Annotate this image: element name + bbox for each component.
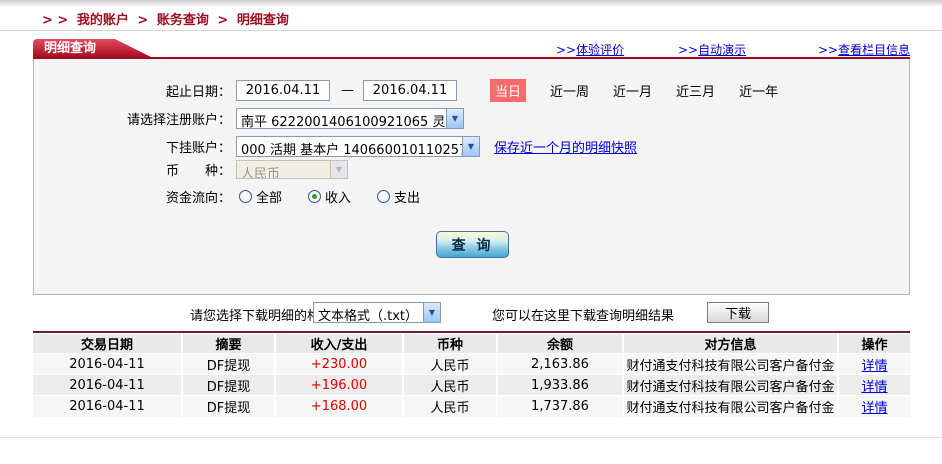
download-hint: 您可以在这里下载查询明细结果 — [492, 309, 675, 324]
radio-income-label[interactable]: 收入 — [325, 187, 351, 206]
cell-counterparty: 财付通支付科技有限公司客户备付金 — [622, 353, 838, 375]
query-form-panel: 起止日期： — 当日 近一周 近一月 近三月 近一年 请选择注册账户： 南平 6… — [33, 59, 910, 295]
col-header-date: 交易日期 — [33, 334, 182, 354]
registered-account-select[interactable]: 南平 6222001406100921065 灵通卡 ▼ — [236, 108, 464, 129]
link-auto-demo[interactable]: >>自动演示 — [678, 41, 746, 58]
currency-label: 币 种： — [165, 164, 231, 179]
link-prefix: >> — [818, 43, 839, 57]
table-header-row: 交易日期 摘要 收入/支出 币种 余额 对方信息 操作 — [33, 334, 910, 354]
table-row: 2016-04-11 DF提现 +230.00 人民币 2,163.86 财付通… — [33, 353, 910, 375]
date-from-input[interactable] — [236, 80, 330, 101]
registered-account-value: 南平 6222001406100921065 灵通卡 — [241, 115, 446, 128]
breadcrumb-separator: > — [217, 13, 229, 28]
chevron-down-icon[interactable]: ▼ — [423, 303, 440, 322]
sub-account-select[interactable]: 000 活期 基本户 1406600101102571848 ▼ — [236, 136, 480, 157]
sub-account-row: 下挂账户： 000 活期 基本户 1406600101102571848 ▼ 保… — [34, 136, 909, 157]
col-header-balance: 余额 — [496, 334, 623, 354]
chevron-down-icon[interactable]: ▼ — [462, 137, 479, 156]
link-prefix: >> — [556, 43, 577, 57]
cell-counterparty: 财付通支付科技有限公司客户备付金 — [622, 374, 838, 396]
breadcrumb-item-account-query[interactable]: 账务查询 — [157, 13, 209, 28]
download-format-select[interactable]: 文本格式（.txt） ▼ — [313, 302, 441, 323]
quick-range-quarter-button[interactable]: 近三月 — [676, 81, 715, 100]
save-snapshot-link[interactable]: 保存近一个月的明细快照 — [494, 137, 637, 156]
detail-link[interactable]: 详情 — [861, 359, 887, 374]
breadcrumb-item-detail-query[interactable]: 明细查询 — [237, 13, 289, 28]
registered-account-row: 请选择注册账户： 南平 6222001406100921065 灵通卡 ▼ — [34, 108, 909, 129]
table-row: 2016-04-11 DF提现 +196.00 人民币 1,933.86 财付通… — [33, 374, 910, 396]
currency-select-disabled: 人民币 ▼ — [236, 160, 348, 179]
link-label: 自动演示 — [698, 43, 747, 57]
link-experience-rating[interactable]: >>体验评价 — [556, 41, 624, 58]
date-range-label: 起止日期： — [165, 85, 231, 100]
breadcrumb-separator: > — [137, 13, 149, 28]
chevron-down-icon[interactable]: ▼ — [446, 109, 463, 128]
cell-amount: +168.00 — [274, 395, 403, 417]
cell-balance: 2,163.86 — [496, 353, 623, 375]
cell-summary: DF提现 — [181, 395, 275, 417]
tab-detail-query[interactable]: 明细查询 — [33, 39, 153, 58]
radio-all-label[interactable]: 全部 — [256, 187, 282, 206]
table-top-rule — [33, 331, 910, 333]
cell-counterparty: 财付通支付科技有限公司客户备付金 — [622, 395, 838, 417]
cell-date: 2016-04-11 — [33, 353, 182, 375]
detail-link[interactable]: 详情 — [861, 380, 887, 395]
quick-range-week-button[interactable]: 近一周 — [550, 81, 589, 100]
cell-amount: +230.00 — [274, 353, 403, 375]
breadcrumb-item-my-account[interactable]: 我的账户 — [77, 13, 129, 28]
radio-all[interactable] — [239, 190, 252, 203]
link-prefix: >> — [678, 43, 699, 57]
flow-direction-row: 资金流向： 全部 收入 支出 — [34, 187, 909, 206]
top-strip — [0, 0, 942, 6]
sub-account-label: 下挂账户： — [165, 141, 231, 156]
download-format-label: 请您选择下载明细的格式 — [190, 309, 334, 324]
cell-currency: 人民币 — [402, 395, 497, 417]
radio-income-selected[interactable] — [308, 190, 322, 203]
cell-balance: 1,933.86 — [496, 374, 623, 396]
bottom-divider — [0, 437, 942, 438]
col-header-currency: 币种 — [402, 334, 497, 354]
link-view-column-info[interactable]: >>查看栏目信息 — [818, 41, 910, 58]
sub-account-value: 000 活期 基本户 1406600101102571848 — [241, 143, 462, 156]
col-header-summary: 摘要 — [181, 334, 275, 354]
cell-summary: DF提现 — [181, 353, 275, 375]
currency-value: 人民币 — [241, 167, 281, 178]
cell-currency: 人民币 — [402, 353, 497, 375]
download-format-value: 文本格式（.txt） — [318, 309, 419, 322]
col-header-counterparty: 对方信息 — [622, 334, 838, 354]
quick-range-today-button[interactable]: 当日 — [490, 79, 527, 102]
link-label: 查看栏目信息 — [838, 43, 911, 57]
download-button[interactable]: 下载 — [707, 302, 769, 323]
cell-date: 2016-04-11 — [33, 374, 182, 396]
date-separator: — — [341, 83, 354, 98]
date-range-row: 起止日期： — 当日 近一周 近一月 近三月 近一年 — [34, 79, 909, 102]
cell-amount: +196.00 — [274, 374, 403, 396]
col-header-action: 操作 — [837, 334, 910, 354]
breadcrumb-divider — [0, 30, 942, 31]
cell-summary: DF提现 — [181, 374, 275, 396]
chevron-down-icon: ▼ — [330, 161, 347, 178]
breadcrumb-arrows-icon: > > — [42, 13, 69, 28]
flow-radio-group: 全部 收入 支出 — [239, 187, 446, 206]
quick-range-year-button[interactable]: 近一年 — [739, 81, 778, 100]
detail-link[interactable]: 详情 — [861, 401, 887, 416]
flow-direction-label: 资金流向： — [165, 191, 231, 206]
radio-expense-label[interactable]: 支出 — [394, 187, 420, 206]
registered-account-label: 请选择注册账户： — [126, 113, 231, 128]
date-to-input[interactable] — [363, 80, 457, 101]
radio-expense[interactable] — [377, 190, 391, 203]
download-row: 请您选择下载明细的格式 文本格式（.txt） ▼ 您可以在这里下载查询明细结果 … — [0, 302, 942, 324]
link-label: 体验评价 — [576, 43, 625, 57]
breadcrumb: > > 我的账户 > 账务查询 > 明细查询 — [42, 9, 293, 28]
currency-row: 币 种： 人民币 ▼ — [34, 160, 909, 179]
cell-currency: 人民币 — [402, 374, 497, 396]
query-button[interactable]: 查 询 — [436, 231, 509, 258]
transaction-table: 交易日期 摘要 收入/支出 币种 余额 对方信息 操作 2016-04-11 D… — [33, 334, 910, 417]
col-header-amount: 收入/支出 — [274, 334, 403, 354]
table-row: 2016-04-11 DF提现 +168.00 人民币 1,737.86 财付通… — [33, 395, 910, 417]
quick-range-month-button[interactable]: 近一月 — [613, 81, 652, 100]
cell-date: 2016-04-11 — [33, 395, 182, 417]
cell-balance: 1,737.86 — [496, 395, 623, 417]
